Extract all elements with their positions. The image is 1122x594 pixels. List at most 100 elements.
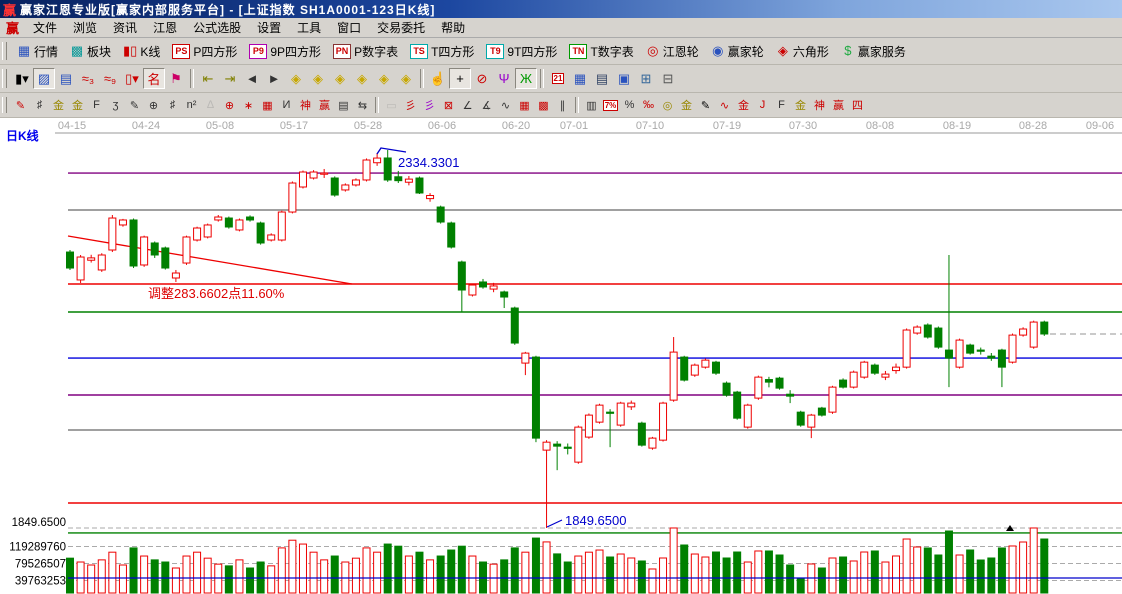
candle-body[interactable] <box>914 327 921 333</box>
candle-body[interactable] <box>342 185 349 190</box>
volume-bar[interactable] <box>967 550 974 593</box>
volume-bar[interactable] <box>988 558 995 593</box>
candle-body[interactable] <box>384 158 391 180</box>
gold-circle-button[interactable]: ◎ <box>658 96 677 114</box>
candle-body[interactable] <box>427 195 434 198</box>
volume-bar[interactable] <box>141 556 148 593</box>
memo-notes-button[interactable]: ▤ <box>591 68 613 89</box>
volume-bar[interactable] <box>67 558 74 593</box>
volume-bar[interactable] <box>183 556 190 593</box>
candle-body[interactable] <box>501 292 508 297</box>
candle-body[interactable] <box>511 308 518 343</box>
save-button[interactable]: ▣ <box>613 68 635 89</box>
volume-bar[interactable] <box>374 552 381 593</box>
volume-bar[interactable] <box>765 551 772 593</box>
volume-bar[interactable] <box>427 560 434 593</box>
candle-body[interactable] <box>596 405 603 422</box>
candle-body[interactable] <box>480 282 487 287</box>
volume-bar[interactable] <box>363 548 370 593</box>
candle-body[interactable] <box>861 362 868 377</box>
volume-bar[interactable] <box>331 556 338 593</box>
fan-square-button[interactable]: 彡 <box>420 96 439 114</box>
volume-bar[interactable] <box>310 552 317 593</box>
next-bar-button[interactable]: ► <box>263 68 285 89</box>
volume-bar[interactable] <box>596 550 603 593</box>
volume-bar[interactable] <box>88 565 95 593</box>
volume-bar[interactable] <box>416 552 423 593</box>
candle-body[interactable] <box>818 408 825 415</box>
ying-angle-button[interactable]: 赢 <box>829 96 848 114</box>
volume-bar[interactable] <box>638 561 645 593</box>
p-square-button[interactable]: PSP四方形 <box>166 40 243 63</box>
volume-bar[interactable] <box>723 558 730 593</box>
volume-bar[interactable] <box>194 552 201 593</box>
candle-body[interactable] <box>998 350 1005 367</box>
box-diagonals-button[interactable]: ⊠ <box>439 96 458 114</box>
volume-bar[interactable] <box>278 548 285 593</box>
percent-retrace-button[interactable]: 7% <box>601 96 620 114</box>
volume-bar[interactable] <box>956 555 963 593</box>
volume-bar[interactable] <box>1041 539 1048 593</box>
export-data-button[interactable]: ⊞ <box>635 68 657 89</box>
volume-bar[interactable] <box>840 557 847 593</box>
candle-body[interactable] <box>247 217 254 220</box>
angle-line-2-button[interactable]: ∡ <box>477 96 496 114</box>
candle-body[interactable] <box>850 372 857 387</box>
volume-bar[interactable] <box>532 538 539 593</box>
percent-tool-button[interactable]: % <box>620 96 639 114</box>
candle-body[interactable] <box>1041 322 1048 334</box>
parallel-lines-button[interactable]: ∥ <box>553 96 572 114</box>
candle-body[interactable] <box>395 177 402 181</box>
volume-bar[interactable] <box>405 556 412 593</box>
candle-body[interactable] <box>691 365 698 375</box>
candle-body[interactable] <box>649 438 656 448</box>
volume-bar[interactable] <box>797 578 804 593</box>
last-page-button[interactable]: ⇥ <box>219 68 241 89</box>
candle-body[interactable] <box>194 228 201 240</box>
volume-bar[interactable] <box>893 556 900 593</box>
quotes-button[interactable]: ▦行情 <box>11 40 64 63</box>
candle-body[interactable] <box>575 427 582 462</box>
volume-bar[interactable] <box>818 568 825 593</box>
fib-lines-button[interactable]: F <box>87 96 106 114</box>
volume-bar[interactable] <box>712 552 719 593</box>
volume-bar[interactable] <box>945 531 952 593</box>
candle-body[interactable] <box>257 223 264 243</box>
volume-bar[interactable] <box>1009 546 1016 593</box>
candle-body[interactable] <box>945 350 952 358</box>
volume-bar[interactable] <box>787 565 794 593</box>
show-names-button[interactable]: 名 <box>143 68 165 89</box>
candle-body[interactable] <box>871 365 878 373</box>
menu-江恩[interactable]: 江恩 <box>145 17 185 38</box>
toolbar-grip[interactable] <box>2 42 7 60</box>
menu-设置[interactable]: 设置 <box>249 17 289 38</box>
menu-浏览[interactable]: 浏览 <box>65 17 105 38</box>
ink-pen-button[interactable]: ✎ <box>696 96 715 114</box>
candle-body[interactable] <box>660 403 667 440</box>
candle-body[interactable] <box>723 383 730 395</box>
angle-measure-button[interactable]: ∆ <box>201 96 220 114</box>
candle-body[interactable] <box>988 356 995 358</box>
volume-bar[interactable] <box>734 552 741 593</box>
volume-bar[interactable] <box>575 556 582 593</box>
hexagon-button[interactable]: ◈六角形 <box>770 40 835 63</box>
candle-body[interactable] <box>829 387 836 412</box>
zigzag-wave-button[interactable]: ∿ <box>496 96 515 114</box>
gann-grid-web-button[interactable]: ▦ <box>258 96 277 114</box>
volume-bar[interactable] <box>628 558 635 593</box>
candle-body[interactable] <box>1020 329 1027 335</box>
volume-bar[interactable] <box>352 558 359 593</box>
9p-square-button[interactable]: P99P四方形 <box>243 40 327 63</box>
candle-body[interactable] <box>628 403 635 407</box>
gann-shapes-button[interactable]: Ψ <box>493 68 515 89</box>
ying-tool-button[interactable]: 赢 <box>315 96 334 114</box>
rect-box-button[interactable]: ▭ <box>382 96 401 114</box>
volume-bar[interactable] <box>871 551 878 593</box>
volume-bar[interactable] <box>691 554 698 593</box>
candle-body[interactable] <box>840 380 847 387</box>
9t-square-button[interactable]: T99T四方形 <box>480 40 563 63</box>
prev-bar-button[interactable]: ◄ <box>241 68 263 89</box>
candle-body[interactable] <box>808 415 815 427</box>
candle-body[interactable] <box>935 328 942 347</box>
volume-bar[interactable] <box>130 548 137 593</box>
